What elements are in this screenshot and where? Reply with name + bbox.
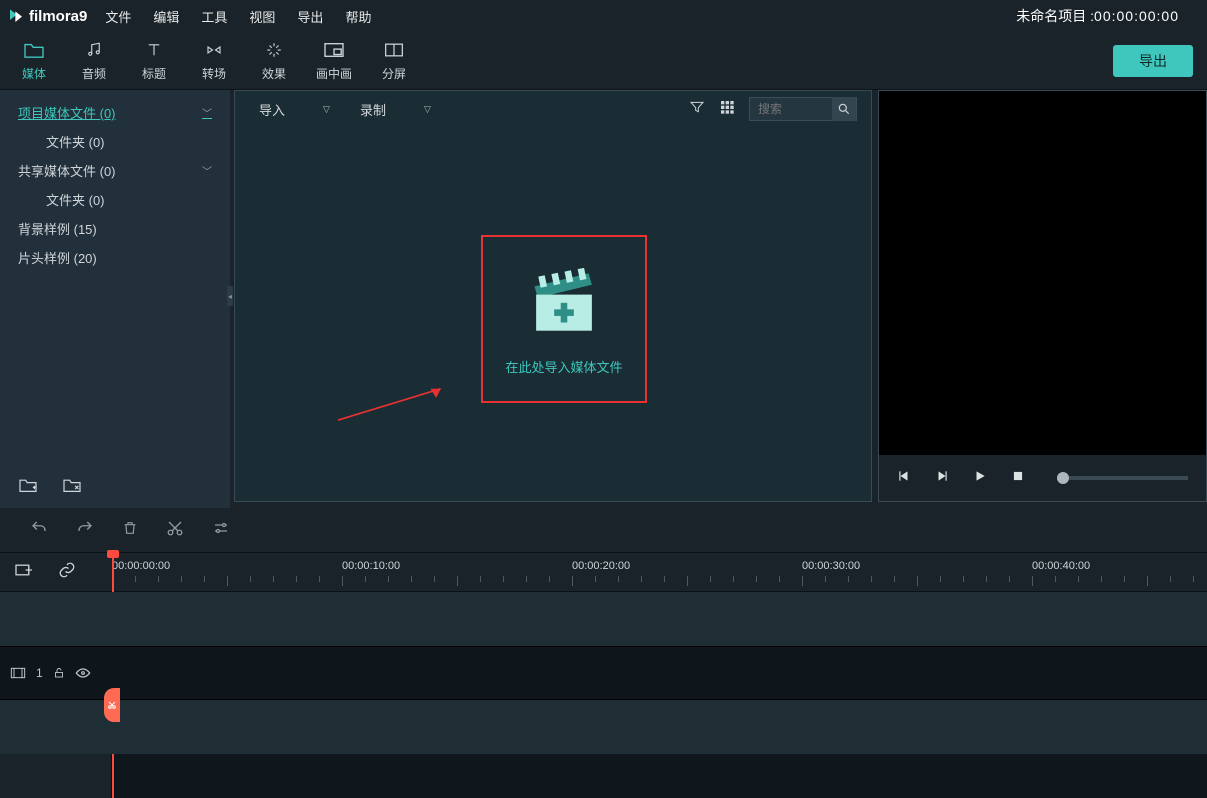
record-dropdown[interactable]: 录制▽	[350, 96, 441, 123]
search-field[interactable]	[749, 97, 857, 121]
chevron-down-icon[interactable]: ﹀	[202, 105, 212, 120]
top-menu-bar: filmora9 文件 编辑 工具 视图 导出 帮助 未命名项目 :00:00:…	[0, 0, 1207, 32]
lock-icon[interactable]	[53, 666, 65, 680]
chevron-down-icon: ▽	[323, 104, 330, 115]
tree-shared-media[interactable]: 共享媒体文件 (0) ﹀	[0, 156, 230, 185]
new-folder-icon[interactable]	[18, 477, 38, 498]
adjust-button[interactable]	[212, 519, 230, 542]
delete-folder-icon[interactable]	[62, 477, 82, 498]
chevron-down-icon: ▽	[424, 104, 431, 115]
grid-view-icon[interactable]	[719, 99, 735, 120]
ruler-time-label: 00:00:40:00	[1032, 560, 1090, 572]
project-timecode: 00:00:00:00	[1094, 8, 1179, 24]
clapperboard-plus-icon	[523, 263, 605, 341]
menu-help[interactable]: 帮助	[345, 7, 371, 26]
prev-frame-button[interactable]	[897, 469, 911, 488]
filter-icon[interactable]	[689, 99, 705, 120]
tab-split[interactable]: 分屏	[364, 39, 424, 82]
media-tree-sidebar: 项目媒体文件 (0) ﹀ 文件夹 (0) 共享媒体文件 (0) ﹀ 文件夹 (0…	[0, 90, 230, 508]
app-logo: filmora9	[8, 8, 87, 25]
main-toolbar: 媒体 音频 标题 转场 效果 画中画 分屏 导出	[0, 32, 1207, 90]
filmstrip-icon	[10, 666, 26, 680]
tab-title[interactable]: 标题	[124, 39, 184, 82]
music-note-icon	[64, 39, 124, 61]
import-dropdown[interactable]: 导入▽	[249, 96, 340, 123]
video-track-1[interactable]: 1	[0, 646, 1207, 700]
menu-edit[interactable]: 编辑	[153, 7, 179, 26]
add-track-button[interactable]	[14, 562, 34, 583]
tab-media[interactable]: 媒体	[4, 39, 64, 82]
splitscreen-icon	[364, 39, 424, 61]
tab-pip[interactable]: 画中画	[304, 39, 364, 82]
ruler-time-label: 00:00:10:00	[342, 560, 400, 572]
zoom-slider[interactable]	[1057, 476, 1188, 480]
preview-panel	[878, 90, 1207, 502]
menu-tools[interactable]: 工具	[201, 7, 227, 26]
redo-button[interactable]	[76, 519, 94, 542]
cut-button[interactable]	[166, 519, 184, 542]
eye-icon[interactable]	[75, 667, 91, 679]
ruler-time-label: 00:00:00:00	[112, 560, 170, 572]
playback-controls	[879, 455, 1206, 501]
timeline: 00:00:00:00 00:00:10:00 00:00:20:00 00:00:3…	[0, 552, 1207, 798]
tab-effect[interactable]: 效果	[244, 39, 304, 82]
ruler-time-label: 00:00:30:00	[802, 560, 860, 572]
sidebar-collapse-handle[interactable]: ◂	[227, 286, 233, 306]
project-title: 未命名项目 :00:00:00:00	[1016, 6, 1179, 26]
tree-opening-samples[interactable]: 片头样例 (20)	[0, 243, 230, 272]
menu-view[interactable]: 视图	[249, 7, 275, 26]
transition-icon	[184, 39, 244, 61]
timeline-ruler[interactable]: 00:00:00:00 00:00:10:00 00:00:20:00 00:00:3…	[112, 552, 1207, 592]
import-drop-zone[interactable]: 在此处导入媒体文件	[481, 235, 647, 403]
search-icon[interactable]	[832, 97, 856, 121]
tree-bg-samples[interactable]: 背景样例 (15)	[0, 214, 230, 243]
slider-thumb[interactable]	[1057, 472, 1069, 484]
delete-button[interactable]	[122, 519, 138, 542]
filmora-logo-icon	[8, 8, 24, 24]
folder-icon	[4, 39, 64, 61]
pip-icon	[304, 39, 364, 61]
tab-audio[interactable]: 音频	[64, 39, 124, 82]
stop-button[interactable]	[1011, 469, 1025, 488]
tree-folder-2[interactable]: 文件夹 (0)	[0, 185, 230, 214]
link-button[interactable]	[58, 561, 76, 584]
media-panel: 导入▽ 录制▽	[234, 90, 872, 502]
tab-transition[interactable]: 转场	[184, 39, 244, 82]
track-number: 1	[36, 666, 43, 680]
annotation-arrow	[295, 383, 495, 423]
ruler-time-label: 00:00:20:00	[572, 560, 630, 572]
play-button[interactable]	[973, 469, 987, 488]
drop-zone-label: 在此处导入媒体文件	[505, 357, 622, 376]
chevron-down-icon[interactable]: ﹀	[202, 163, 212, 178]
edit-toolbar	[0, 508, 1207, 552]
next-frame-button[interactable]	[935, 469, 949, 488]
undo-button[interactable]	[30, 519, 48, 542]
menu-export[interactable]: 导出	[297, 7, 323, 26]
app-name: filmora9	[29, 8, 87, 25]
text-icon	[124, 39, 184, 61]
tree-folder-1[interactable]: 文件夹 (0)	[0, 127, 230, 156]
export-button[interactable]: 导出	[1113, 45, 1193, 77]
search-input[interactable]	[750, 102, 832, 116]
split-handle[interactable]	[104, 688, 120, 722]
sparkle-icon	[244, 39, 304, 61]
tree-project-media[interactable]: 项目媒体文件 (0) ﹀	[0, 98, 230, 127]
menu-file[interactable]: 文件	[105, 7, 131, 26]
